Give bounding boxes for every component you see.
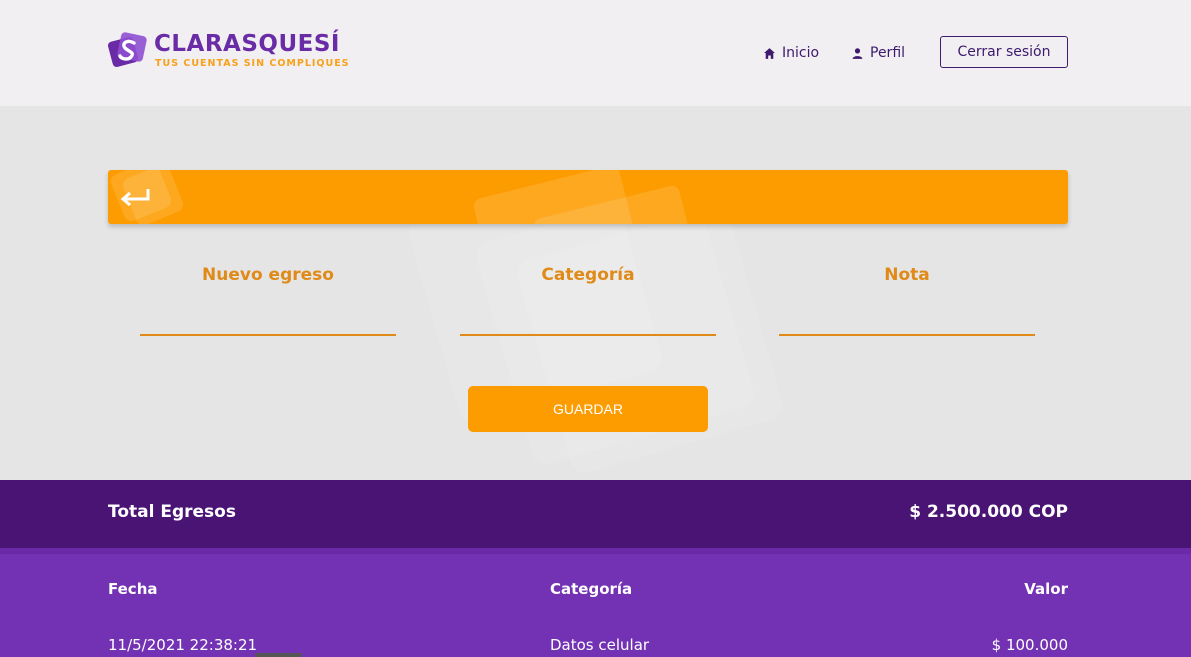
return-arrow-icon — [120, 189, 150, 207]
column-header-categoria: Categoría — [550, 580, 633, 598]
brand-name: CLARASQUESÍ — [154, 31, 340, 57]
categoria-field: Categoría — [460, 262, 716, 336]
brand-logo[interactable]: CLARASQUESÍ TUS CUENTAS SIN COMPLIQUES — [108, 30, 349, 72]
nota-input[interactable] — [779, 314, 1035, 336]
nav-inicio[interactable]: Inicio — [763, 43, 819, 63]
egresos-table: Fecha Categoría Valor 11/5/2021 22:38:21… — [0, 548, 1191, 657]
categoria-label: Categoría — [541, 265, 635, 285]
logout-button[interactable]: Cerrar sesión — [940, 36, 1068, 68]
person-icon — [852, 47, 863, 59]
save-button[interactable]: GUARDAR — [468, 386, 708, 432]
nuevo-egreso-input[interactable] — [140, 314, 396, 336]
action-bar — [108, 170, 1068, 224]
column-header-fecha: Fecha — [108, 580, 158, 598]
nav-perfil-label: Perfil — [870, 45, 906, 61]
nuevo-egreso-field: Nuevo egreso — [140, 262, 396, 336]
total-egresos-value: $ 2.500.000 COP — [909, 502, 1068, 522]
nota-field: Nota — [779, 262, 1035, 336]
total-egresos-label: Total Egresos — [108, 502, 236, 522]
categoria-input[interactable] — [460, 314, 716, 336]
brand-tagline: TUS CUENTAS SIN COMPLIQUES — [155, 58, 350, 69]
horizontal-scrollbar[interactable] — [255, 653, 302, 657]
nota-label: Nota — [884, 265, 930, 285]
top-header: CLARASQUESÍ TUS CUENTAS SIN COMPLIQUES I… — [0, 0, 1191, 106]
nuevo-egreso-label: Nuevo egreso — [202, 265, 334, 285]
cell-categoria: Datos celular — [550, 636, 650, 654]
home-icon — [764, 47, 775, 59]
nav-perfil[interactable]: Perfil — [851, 43, 905, 63]
cell-fecha: 11/5/2021 22:38:21 — [108, 636, 258, 654]
logo-icon — [108, 32, 147, 68]
column-header-valor: Valor — [1024, 580, 1068, 598]
total-summary-bar: Total Egresos $ 2.500.000 COP — [0, 480, 1191, 548]
cell-valor: $ 100.000 — [991, 636, 1068, 654]
nav-inicio-label: Inicio — [782, 45, 820, 61]
back-button[interactable] — [118, 181, 152, 213]
